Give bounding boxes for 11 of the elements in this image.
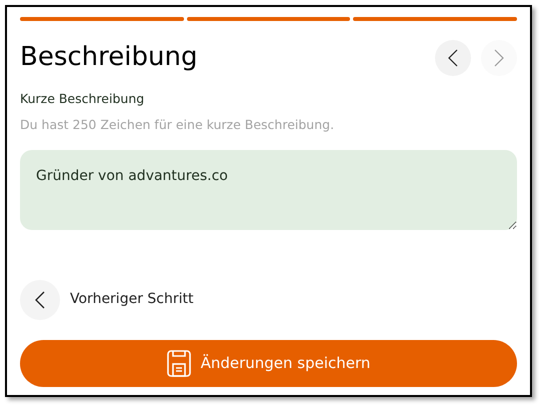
chevron-left-icon <box>35 290 45 308</box>
page-title: Beschreibung <box>20 41 198 74</box>
field-label: Kurze Beschreibung <box>20 90 146 108</box>
previous-step-link[interactable]: Vorheriger Schritt <box>70 289 194 310</box>
chevron-left-icon <box>448 48 458 66</box>
back-button[interactable] <box>20 280 60 320</box>
previous-button[interactable] <box>435 40 471 76</box>
save-button[interactable]: Änderungen speichern <box>20 340 517 386</box>
description-field[interactable]: Gründer von advantures.co <box>20 150 517 230</box>
chevron-right-icon <box>494 48 504 66</box>
field-hint: Du hast 250 Zeichen für eine kurze Beschreibung. <box>20 116 336 134</box>
